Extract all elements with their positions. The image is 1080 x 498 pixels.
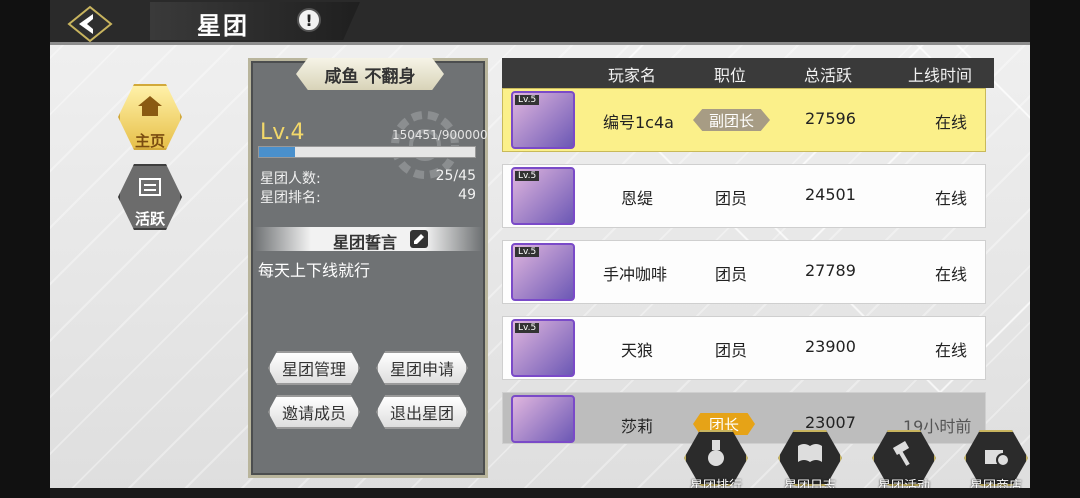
- player-name: 莎莉: [621, 417, 654, 436]
- table-row[interactable]: Lv.5 天狼 团员 23900 在线: [502, 316, 986, 380]
- avatar-level: Lv.5: [515, 247, 540, 257]
- nav-activity-label: 活跃: [134, 210, 165, 228]
- members-label: 星团人数:: [260, 171, 321, 187]
- guild-level: Lv.4: [260, 120, 305, 145]
- role-badge-vice-leader: 副团长: [693, 109, 771, 131]
- guild-name: 咸鱼 不翻身: [296, 58, 444, 90]
- online-status: 在线: [935, 341, 968, 360]
- avatar: Lv.5: [511, 243, 575, 301]
- motto-text: 每天上下线就行: [258, 261, 371, 280]
- info-button[interactable]: !: [297, 8, 321, 32]
- player-name: 天狼: [621, 341, 654, 360]
- guild-log-button[interactable]: 星团日志: [770, 430, 850, 496]
- guild-exp-fill: [259, 147, 296, 157]
- guild-ranking-button[interactable]: 星团排行: [676, 430, 756, 496]
- invite-members-button[interactable]: 邀请成员: [268, 395, 360, 429]
- page-title: 星团: [197, 12, 249, 40]
- avatar: Lv.5: [511, 167, 575, 225]
- nav-activity-button[interactable]: 活跃: [110, 164, 190, 242]
- manage-guild-button[interactable]: 星团管理: [268, 351, 360, 385]
- rank-value: 49: [458, 187, 476, 203]
- rank-label: 星团排名:: [260, 190, 321, 206]
- member-table-header: 玩家名 职位 总活跃 上线时间: [502, 58, 994, 88]
- player-role: 团员: [715, 265, 748, 284]
- avatar-level: Lv.5: [515, 171, 540, 181]
- bottom-strip: [50, 488, 1030, 498]
- title-strip: [150, 2, 360, 40]
- avatar: Lv.5: [511, 91, 575, 149]
- left-letterbox: [0, 0, 50, 498]
- guild-applications-button[interactable]: 星团申请: [376, 351, 468, 385]
- avatar-level: Lv.5: [515, 323, 540, 333]
- quit-guild-button[interactable]: 退出星团: [376, 395, 468, 429]
- nav-home-button[interactable]: 主页: [110, 84, 190, 162]
- activity-value: 27596: [805, 109, 856, 128]
- player-name: 恩缇: [621, 189, 654, 208]
- player-name: 编号1c4a: [603, 113, 674, 132]
- motto-title: 星团誓言: [333, 233, 398, 252]
- header-role: 职位: [714, 66, 747, 85]
- activity-value: 27789: [805, 261, 856, 280]
- guild-activity-button[interactable]: 星团活动: [864, 430, 944, 496]
- back-button[interactable]: [62, 4, 118, 44]
- online-status: 在线: [935, 189, 968, 208]
- player-role: 团员: [715, 341, 748, 360]
- right-letterbox: [1030, 0, 1080, 498]
- activity-icon: [139, 178, 161, 196]
- avatar: [511, 395, 575, 443]
- avatar: Lv.5: [511, 319, 575, 377]
- nav-home-label: 主页: [134, 132, 165, 150]
- shop-bag-icon: [985, 450, 1010, 467]
- guild-exp-text: 150451/900000: [392, 128, 488, 142]
- back-arrow-icon: [67, 5, 113, 43]
- activity-value: 23900: [805, 337, 856, 356]
- player-role: 团员: [715, 189, 748, 208]
- header-activity: 总活跃: [804, 66, 853, 85]
- table-row[interactable]: Lv.5 编号1c4a 副团长 27596 在线: [502, 88, 986, 152]
- edit-pencil-icon[interactable]: [410, 230, 428, 248]
- ranking-medal-icon: [708, 440, 724, 466]
- online-status: 在线: [935, 113, 968, 132]
- header-online-time: 上线时间: [908, 66, 973, 85]
- log-book-icon: [798, 444, 822, 462]
- online-status: 在线: [935, 265, 968, 284]
- activity-hammer-icon: [892, 441, 910, 466]
- player-name: 手冲咖啡: [603, 265, 668, 284]
- header-player-name: 玩家名: [608, 66, 657, 85]
- members-value: 25/45: [435, 168, 476, 184]
- guild-exp-bar: [258, 146, 476, 158]
- avatar-level: Lv.5: [515, 95, 540, 105]
- guild-home-icon: [138, 96, 162, 116]
- guild-shop-button[interactable]: 星团商店: [956, 430, 1036, 496]
- table-row[interactable]: Lv.5 恩缇 团员 24501 在线: [502, 164, 986, 228]
- table-row[interactable]: Lv.5 手冲咖啡 团员 27789 在线: [502, 240, 986, 304]
- activity-value: 24501: [805, 185, 856, 204]
